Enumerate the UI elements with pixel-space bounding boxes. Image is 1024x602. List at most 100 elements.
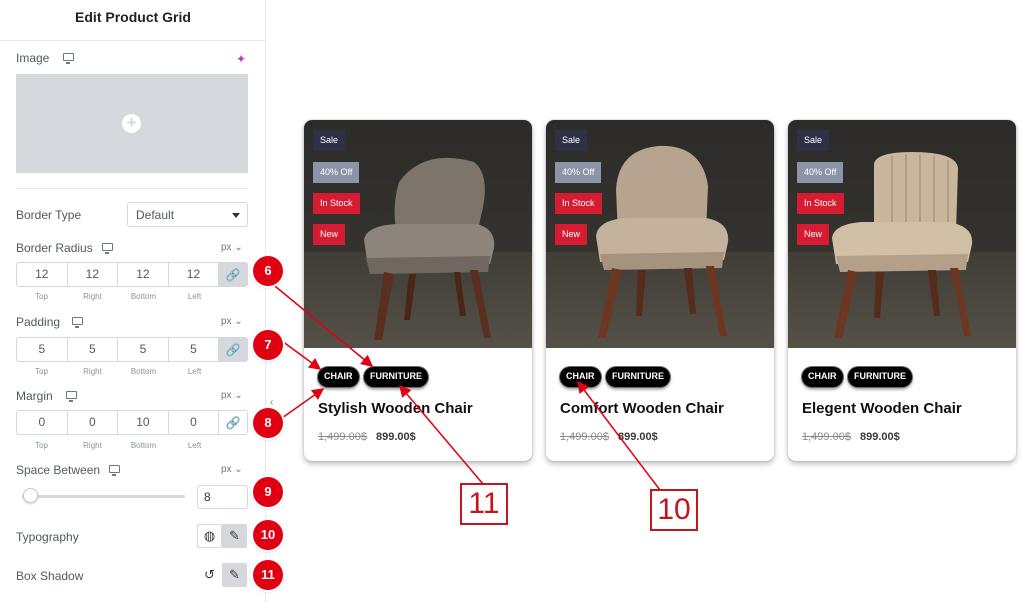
product-image[interactable]: Sale 40% Off In Stock New <box>788 120 1016 348</box>
panel-collapse-icon[interactable]: ‹ <box>270 397 273 408</box>
discount-badge: 40% Off <box>797 162 844 183</box>
responsive-monitor-icon[interactable] <box>66 391 77 402</box>
dim-label-left: Left <box>187 367 202 376</box>
sale-badge: Sale <box>555 130 588 151</box>
image-label: Image <box>16 51 50 65</box>
border-radius-top[interactable]: 12 <box>17 263 68 286</box>
product-title[interactable]: Stylish Wooden Chair <box>318 400 473 417</box>
stock-badge: In Stock <box>555 193 602 214</box>
border-radius-inputs: 12 12 12 12 🔗 <box>16 262 248 287</box>
border-type-select[interactable]: Default <box>127 202 248 227</box>
dim-label-left: Left <box>187 292 202 301</box>
padding-bottom[interactable]: 5 <box>118 338 169 361</box>
panel-title: Edit Product Grid <box>75 9 191 25</box>
product-card[interactable]: Sale 40% Off In Stock New CHAIR FURNITUR… <box>304 120 532 461</box>
link-values-icon[interactable]: 🔗 <box>219 263 247 286</box>
responsive-monitor-icon[interactable] <box>109 465 120 476</box>
old-price: 1,499.00$ <box>318 431 367 443</box>
dim-label-right: Right <box>83 292 102 301</box>
stock-badge: In Stock <box>797 193 844 214</box>
border-radius-left[interactable]: 12 <box>169 263 220 286</box>
responsive-monitor-icon[interactable] <box>72 317 83 328</box>
responsive-monitor-icon[interactable] <box>63 53 74 64</box>
product-title[interactable]: Comfort Wooden Chair <box>560 400 724 417</box>
annotation-marker-10: 10 <box>253 520 283 550</box>
typography-label: Typography <box>16 530 79 544</box>
sale-price: 899.00$ <box>376 431 416 443</box>
edit-pencil-icon[interactable]: ✎ <box>222 563 247 587</box>
new-badge: New <box>797 224 830 245</box>
discount-badge: 40% Off <box>555 162 602 183</box>
margin-bottom[interactable]: 10 <box>118 411 169 434</box>
border-radius-label: Border Radius <box>16 241 93 255</box>
stock-badge: In Stock <box>313 193 360 214</box>
box-shadow-label: Box Shadow <box>16 569 84 583</box>
border-radius-right[interactable]: 12 <box>68 263 119 286</box>
dim-label-left: Left <box>187 441 202 450</box>
category-tag-furniture[interactable]: FURNITURE <box>848 367 912 387</box>
responsive-monitor-icon[interactable] <box>102 243 113 254</box>
annotation-marker-7: 7 <box>253 330 283 360</box>
space-between-slider[interactable] <box>22 495 185 498</box>
padding-inputs: 5 5 5 5 🔗 <box>16 337 248 362</box>
margin-top[interactable]: 0 <box>17 411 68 434</box>
globe-icon[interactable]: ◍ <box>197 524 222 548</box>
space-between-input[interactable]: 8 <box>197 485 248 509</box>
unit-selector[interactable]: px ⌄ <box>221 390 243 401</box>
unit-selector[interactable]: px ⌄ <box>221 242 243 253</box>
space-between-label: Space Between <box>16 463 101 477</box>
dim-label-right: Right <box>83 441 102 450</box>
category-tag-furniture[interactable]: FURNITURE <box>606 367 670 387</box>
unit-selector[interactable]: px ⌄ <box>221 464 243 475</box>
product-image[interactable]: Sale 40% Off In Stock New <box>304 120 532 348</box>
ai-sparkle-icon[interactable]: ✦ <box>236 52 246 66</box>
new-badge: New <box>555 224 588 245</box>
margin-right[interactable]: 0 <box>68 411 119 434</box>
category-tag-chair[interactable]: CHAIR <box>802 367 843 387</box>
sale-price: 899.00$ <box>618 431 658 443</box>
unit-selector[interactable]: px ⌄ <box>221 316 243 327</box>
padding-left[interactable]: 5 <box>169 338 220 361</box>
padding-label: Padding <box>16 315 61 329</box>
category-tag-chair[interactable]: CHAIR <box>318 367 359 387</box>
link-values-icon[interactable]: 🔗 <box>219 338 247 361</box>
product-card[interactable]: Sale 40% Off In Stock New CHAIR FURNITUR… <box>788 120 1016 461</box>
padding-right[interactable]: 5 <box>68 338 119 361</box>
sale-badge: Sale <box>313 130 346 151</box>
callout-box-10: 10 <box>650 489 698 531</box>
product-title[interactable]: Elegent Wooden Chair <box>802 400 962 417</box>
slider-handle[interactable] <box>23 488 38 503</box>
dim-label-bottom: Bottom <box>130 292 157 301</box>
border-type-value: Default <box>136 208 175 222</box>
reset-icon[interactable]: ↺ <box>197 563 222 587</box>
annotation-marker-6: 6 <box>253 256 283 286</box>
border-radius-bottom[interactable]: 12 <box>118 263 169 286</box>
old-price: 1,499.00$ <box>560 431 609 443</box>
dim-label-top: Top <box>35 367 48 376</box>
edit-pencil-icon[interactable]: ✎ <box>222 524 247 548</box>
sale-badge: Sale <box>797 130 830 151</box>
padding-top[interactable]: 5 <box>17 338 68 361</box>
chevron-down-icon <box>232 213 240 218</box>
dim-label-bottom: Bottom <box>130 367 157 376</box>
product-image[interactable]: Sale 40% Off In Stock New <box>546 120 774 348</box>
dim-label-top: Top <box>35 292 48 301</box>
old-price: 1,499.00$ <box>802 431 851 443</box>
category-tag-furniture[interactable]: FURNITURE <box>364 367 428 387</box>
add-image-icon[interactable]: + <box>122 114 141 133</box>
sale-price: 899.00$ <box>860 431 900 443</box>
category-tag-chair[interactable]: CHAIR <box>560 367 601 387</box>
margin-label: Margin <box>16 389 53 403</box>
product-card[interactable]: Sale 40% Off In Stock New CHAIR FURNITUR… <box>546 120 774 461</box>
dim-label-bottom: Bottom <box>130 441 157 450</box>
callout-box-11: 11 <box>460 483 508 525</box>
border-type-label: Border Type <box>16 208 82 222</box>
dim-label-right: Right <box>83 367 102 376</box>
dim-label-top: Top <box>35 441 48 450</box>
annotation-marker-11: 11 <box>253 560 283 590</box>
divider <box>0 40 266 41</box>
link-values-icon[interactable]: 🔗 <box>219 411 247 434</box>
margin-left[interactable]: 0 <box>169 411 220 434</box>
divider <box>16 188 248 189</box>
new-badge: New <box>313 224 346 245</box>
